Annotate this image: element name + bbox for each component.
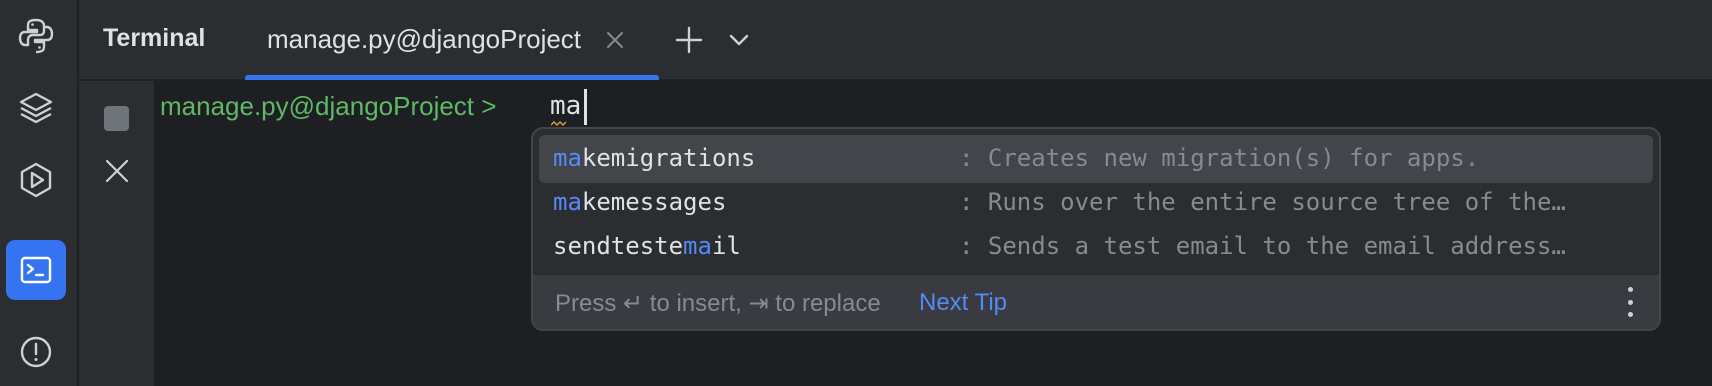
terminal-gutter: [79, 81, 154, 386]
completion-name: makemessages: [553, 188, 727, 216]
completion-item[interactable]: makemigrations : Creates new migration(s…: [539, 135, 1653, 183]
more-options-icon[interactable]: [1625, 287, 1635, 317]
terminal-icon: [20, 256, 52, 284]
close-icon[interactable]: [604, 29, 626, 51]
completion-item[interactable]: makemessages : Runs over the entire sour…: [539, 179, 1653, 227]
active-tab-indicator: [245, 75, 659, 80]
typed-text: ma: [550, 91, 582, 121]
services-button[interactable]: [6, 150, 66, 210]
python-console-button[interactable]: [6, 6, 66, 66]
match-highlight: ma: [553, 144, 582, 172]
insert-replace-hint: Press ↵ to insert, ⇥ to replace: [555, 290, 881, 317]
panel-title: Terminal: [103, 24, 206, 52]
layers-icon: [19, 92, 53, 124]
problems-icon: [20, 336, 52, 368]
stop-icon[interactable]: [104, 106, 129, 131]
text-caret: [584, 89, 587, 125]
tool-window-strip: [0, 0, 78, 386]
terminal-header: Terminal manage.py@djangoProject: [79, 0, 1712, 80]
close-session-icon[interactable]: [101, 155, 133, 187]
next-tip-link[interactable]: Next Tip: [919, 289, 1007, 317]
completion-description: : Creates new migration(s) for apps.: [959, 144, 1480, 172]
chevron-down-icon[interactable]: [721, 22, 757, 58]
completion-footer: Press ↵ to insert, ⇥ to replace Next Tip: [533, 275, 1659, 329]
completion-item[interactable]: sendtestemail : Sends a test email to th…: [539, 223, 1653, 271]
tab-label: manage.py@djangoProject: [267, 24, 582, 54]
terminal-button[interactable]: [6, 240, 66, 300]
python-icon: [18, 18, 54, 54]
terminal-tool-window: Terminal manage.py@djangoProject manage.…: [0, 0, 1712, 386]
command-input[interactable]: ma: [550, 91, 582, 127]
completion-name: sendtestemail: [553, 232, 741, 260]
python-packages-button[interactable]: [6, 78, 66, 138]
match-highlight: ma: [683, 232, 712, 260]
plus-icon[interactable]: [671, 22, 707, 58]
completion-description: : Sends a test email to the email addres…: [959, 232, 1566, 260]
match-highlight: ma: [553, 188, 582, 216]
problems-button[interactable]: [6, 322, 66, 382]
completion-description: : Runs over the entire source tree of th…: [959, 188, 1566, 216]
tab-manage-py[interactable]: manage.py@djangoProject: [245, 0, 659, 80]
completion-name: makemigrations: [553, 144, 756, 172]
completion-popup: makemigrations : Creates new migration(s…: [531, 127, 1661, 331]
shell-prompt: manage.py@djangoProject >: [160, 91, 497, 121]
services-icon: [20, 162, 52, 198]
